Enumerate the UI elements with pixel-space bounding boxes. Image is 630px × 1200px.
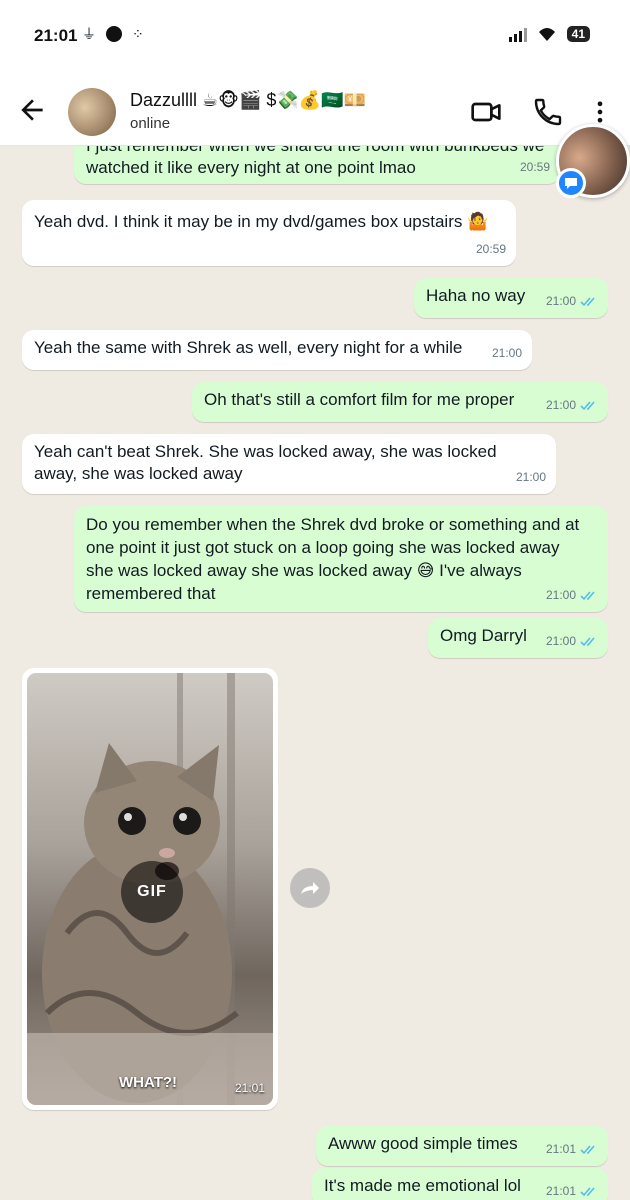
message-time: 21:00 (491, 346, 522, 360)
gif-caption: WHAT?! (119, 1074, 178, 1091)
message-incoming[interactable]: Yeah the same with Shrek as well, every … (22, 330, 532, 370)
read-ticks-icon (580, 400, 595, 410)
gif-message[interactable]: GIF WHAT?! 21:01 (22, 668, 278, 1110)
message-text: Omg Darryl (440, 626, 527, 645)
message-outgoing[interactable]: Omg Darryl 21:00 (428, 618, 608, 658)
contact-status: online (130, 115, 171, 132)
message-meta: 20:59 (476, 238, 506, 260)
wifi-icon (538, 28, 555, 41)
read-ticks-icon (580, 636, 595, 646)
status-time: 21:01 (34, 26, 78, 45)
message-outgoing[interactable]: Haha no way 21:00 (414, 278, 608, 318)
message-meta: 21:01 (546, 1138, 598, 1160)
message-outgoing[interactable]: Oh that's still a comfort film for me pr… (192, 382, 608, 422)
message-text: Haha no way (426, 286, 526, 305)
message-outgoing[interactable]: It's made me emotional lol 21:01 (312, 1168, 608, 1200)
message-text: Yeah dvd. I think it may be in my dvd/ga… (34, 212, 489, 231)
message-incoming[interactable]: Yeah dvd. I think it may be in my dvd/ga… (22, 200, 516, 266)
usb-icon: ⏚ (82, 26, 96, 42)
message-outgoing[interactable]: Awww good simple times 21:01 (316, 1126, 608, 1166)
chat-head-badge (556, 168, 586, 198)
message-time: 21:00 (515, 470, 546, 484)
gif-thumbnail[interactable]: GIF WHAT?! 21:01 (27, 673, 273, 1105)
avatar[interactable] (68, 88, 116, 136)
status-left-icons: ⏚ ⁘ (82, 24, 144, 44)
forward-icon (301, 882, 319, 894)
message-meta: 21:00 (546, 584, 598, 606)
message-time: 21:00 (545, 294, 576, 308)
message-meta: 21:00 (546, 290, 598, 312)
back-arrow-icon[interactable] (16, 94, 48, 126)
message-text: Oh that's still a comfort film for me pr… (204, 390, 515, 409)
read-ticks-icon (580, 296, 595, 306)
message-meta: 21:00 (516, 466, 546, 488)
forward-button[interactable] (290, 868, 330, 908)
contact-name[interactable]: Dazzullll ☕🐵🎬 $💸💰🇸🇦💴 (130, 90, 366, 111)
message-time: 21:00 (545, 398, 576, 412)
message-text: It's made me emotional lol (324, 1176, 521, 1195)
gif-badge[interactable]: GIF (121, 861, 183, 923)
read-ticks-icon (580, 1144, 595, 1154)
dot-icon (106, 26, 122, 42)
dots-grid-icon: ⁘ (132, 25, 144, 42)
message-text: Awww good simple times (328, 1134, 518, 1153)
message-time: 21:00 (545, 588, 576, 602)
message-meta: 21:00 (492, 342, 522, 364)
battery-icon: 41 (566, 26, 590, 42)
message-outgoing[interactable]: Do you remember when the Shrek dvd broke… (74, 506, 608, 612)
signal-icon (508, 26, 527, 42)
message-time: 20:59 (475, 242, 506, 256)
message-time: 21:00 (545, 634, 576, 648)
message-outgoing[interactable]: I just remember when we shared the room … (74, 146, 560, 184)
message-time: 21:01 (545, 1184, 576, 1198)
message-time: 20:59 (519, 160, 550, 174)
message-text: I just remember when we shared the room … (86, 146, 544, 177)
message-incoming[interactable]: Yeah can't beat Shrek. She was locked aw… (22, 434, 556, 494)
chat-header: Dazzullll ☕🐵🎬 $💸💰🇸🇦💴 online (0, 78, 630, 146)
message-text: Do you remember when the Shrek dvd broke… (86, 515, 580, 603)
message-meta: 21:00 (546, 394, 598, 416)
message-meta: 20:59 (520, 156, 550, 178)
message-meta: 21:00 (546, 630, 598, 652)
chat-area[interactable]: I just remember when we shared the room … (0, 146, 630, 1200)
message-bubble-icon (565, 178, 577, 189)
message-time: 21:01 (234, 1081, 265, 1095)
message-time: 21:01 (545, 1142, 576, 1156)
message-text: Yeah can't beat Shrek. She was locked aw… (34, 442, 497, 483)
read-ticks-icon (580, 590, 595, 600)
message-meta: 21:01 (546, 1180, 598, 1200)
phone-call-icon[interactable] (532, 96, 564, 128)
video-call-icon[interactable] (470, 96, 502, 128)
read-ticks-icon (580, 1186, 595, 1196)
message-text: Yeah the same with Shrek as well, every … (34, 338, 463, 357)
status-right-icons: 41 (508, 26, 590, 42)
status-bar: 21:01 ⏚ ⁘ 41 (0, 0, 630, 78)
